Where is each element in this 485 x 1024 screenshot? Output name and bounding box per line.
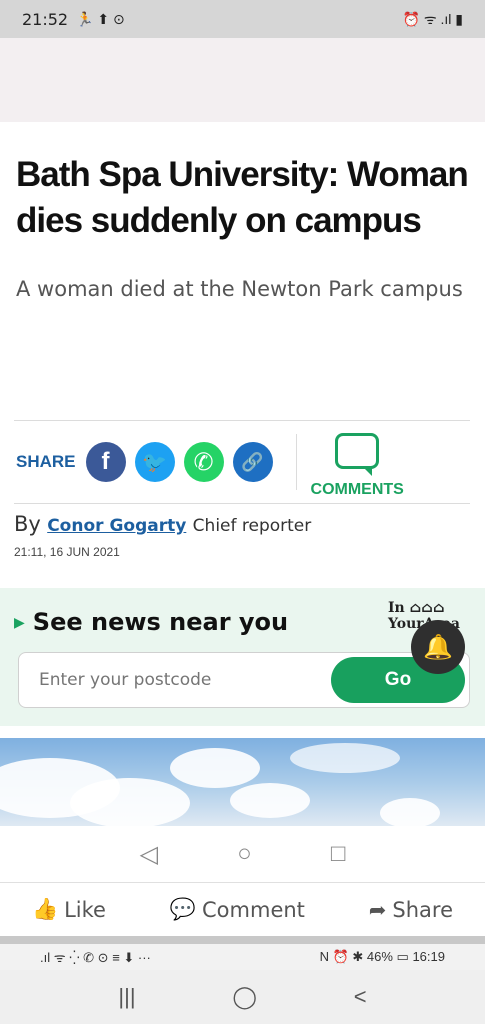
near-you-title: ▶ See news near you bbox=[14, 608, 288, 636]
twitter-share-button[interactable]: 🐦 bbox=[134, 442, 175, 482]
hero-image bbox=[0, 738, 485, 826]
comments-button[interactable]: COMMENTS bbox=[311, 433, 404, 499]
share-divider bbox=[295, 434, 297, 490]
postcode-input[interactable] bbox=[39, 653, 319, 707]
inyourarea-logo-line1: In ⌂⌂⌂ bbox=[388, 600, 445, 616]
cloud-shape bbox=[380, 798, 440, 826]
back-triangle-icon[interactable]: ◁ bbox=[140, 840, 158, 869]
recents-icon[interactable]: ||| bbox=[118, 984, 135, 1010]
share-arrow-icon: ➦ bbox=[368, 897, 387, 922]
home-circle-icon[interactable]: ○ bbox=[237, 840, 252, 868]
facebook-action-bar: 👍 Like 💬 Comment ➦ Share bbox=[0, 882, 485, 936]
home-icon[interactable]: ◯ bbox=[232, 984, 257, 1010]
status-time: 21:52 bbox=[22, 9, 69, 29]
whatsapp-share-button[interactable]: ✆ bbox=[183, 442, 224, 482]
cloud-shape bbox=[70, 778, 190, 826]
comment-button[interactable]: 💬 Comment bbox=[170, 897, 305, 922]
byline-by: By bbox=[14, 512, 41, 536]
section-divider bbox=[0, 936, 485, 944]
notification-bell-button[interactable]: 🔔 bbox=[411, 620, 465, 674]
twitter-icon: 🐦 bbox=[142, 451, 167, 474]
postcode-form: Go bbox=[18, 652, 470, 708]
article-headline: Bath Spa University: Woman dies suddenly… bbox=[16, 155, 469, 240]
copy-link-button[interactable]: 🔗 bbox=[232, 442, 273, 482]
status-bottom-right: N ⏰ ✱ 46% ▭ 16:19 bbox=[319, 949, 445, 964]
cloud-shape bbox=[290, 743, 400, 773]
byline: By Conor Gogarty Chief reporter bbox=[14, 512, 311, 536]
share-label-bottom: Share bbox=[392, 897, 454, 922]
cloud-shape bbox=[170, 748, 260, 788]
system-nav-bar: ||| ◯ < bbox=[0, 970, 485, 1024]
status-bottom-left-icons: .ıl ᯤ ⁛ ✆ ⊙ ≡ ⬇ ··· bbox=[40, 950, 151, 965]
status-bar-top: 21:52 🏃 ⬆ ⊙ ⏰ ᯤ .ıl ▮ bbox=[0, 0, 485, 38]
status-left-icons: 🏃 ⬆ ⊙ bbox=[76, 10, 125, 27]
article-standfirst: A woman died at the Newton Park campus bbox=[16, 277, 463, 301]
back-icon[interactable]: < bbox=[354, 984, 367, 1010]
comments-label: COMMENTS bbox=[310, 481, 404, 498]
recent-square-icon[interactable]: □ bbox=[331, 840, 346, 868]
browser-nav-bar: ◁ ○ □ bbox=[0, 826, 485, 882]
share-button[interactable]: ➦ Share bbox=[369, 898, 453, 922]
facebook-share-button[interactable]: f bbox=[85, 442, 126, 482]
share-label: SHARE bbox=[16, 452, 76, 471]
comment-bubble-icon bbox=[335, 433, 380, 476]
link-icon: 🔗 bbox=[241, 451, 264, 472]
article-timestamp: 21:11, 16 JUN 2021 bbox=[14, 545, 120, 559]
author-role: Chief reporter bbox=[192, 516, 312, 536]
speech-bubble-icon: 💬 bbox=[169, 897, 197, 921]
status-right-icons: ⏰ ᯤ .ıl ▮ bbox=[402, 10, 463, 27]
bell-icon: 🔔 bbox=[423, 633, 453, 661]
thumbs-up-icon: 👍 bbox=[31, 897, 59, 921]
facebook-icon: f bbox=[101, 448, 110, 475]
share-bar: SHARE f 🐦 ✆ 🔗 COMMENTS bbox=[14, 420, 470, 504]
near-you-title-text: See news near you bbox=[32, 608, 289, 636]
ad-placeholder bbox=[0, 38, 485, 122]
triangle-right-icon: ▶ bbox=[14, 615, 25, 631]
status-bar-bottom: .ıl ᯤ ⁛ ✆ ⊙ ≡ ⬇ ··· N ⏰ ✱ 46% ▭ 16:19 bbox=[0, 944, 485, 970]
whatsapp-icon: ✆ bbox=[193, 448, 214, 476]
cloud-shape bbox=[230, 783, 310, 818]
author-link[interactable]: Conor Gogarty bbox=[47, 516, 186, 536]
like-button[interactable]: 👍 Like bbox=[32, 897, 106, 922]
comment-label: Comment bbox=[202, 897, 305, 922]
like-label: Like bbox=[64, 897, 106, 922]
